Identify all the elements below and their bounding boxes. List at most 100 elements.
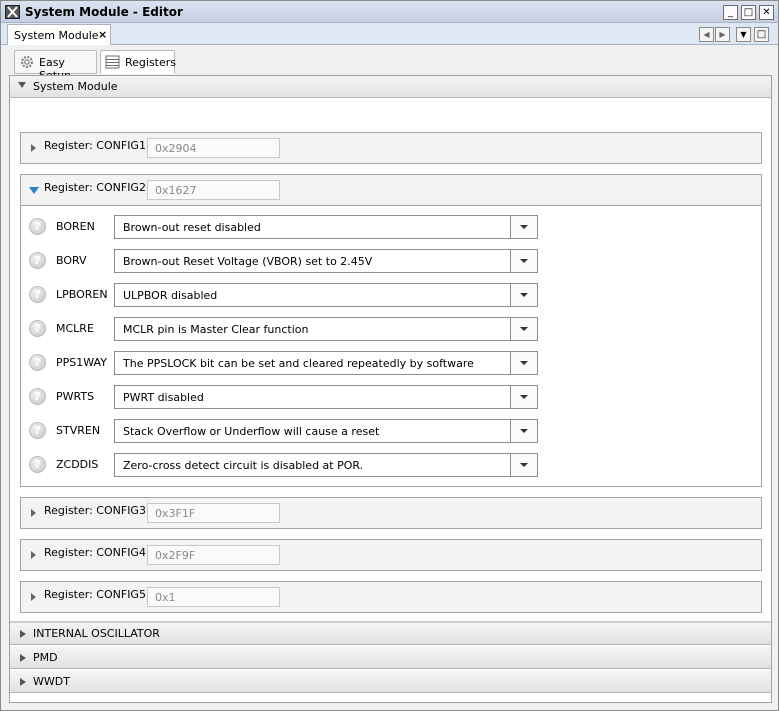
register-config5[interactable]: Register: CONFIG5 0x1 [20,581,762,613]
chevron-down-icon[interactable] [510,284,537,306]
register-label: Register: CONFIG5 [44,588,146,601]
setting-dropdown-zcddis[interactable]: Zero-cross detect circuit is disabled at… [114,453,538,477]
dropdown-value: Stack Overflow or Underflow will cause a… [123,425,380,438]
gear-icon [19,54,35,70]
dropdown-value: Brown-out Reset Voltage (VBOR) set to 2.… [123,255,373,268]
register-label: Register: CONFIG3 [44,504,146,517]
editor-window: System Module - Editor _ □ ✕ System Modu… [0,0,779,711]
scroll-tabs-right-button[interactable]: ▶ [715,27,730,42]
dropdown-value: Zero-cross detect circuit is disabled at… [123,459,364,472]
chevron-down-icon[interactable] [510,352,537,374]
setting-dropdown-boren[interactable]: Brown-out reset disabled [114,215,538,239]
expand-icon [20,630,26,638]
section-wwdt[interactable]: WWDT [10,671,771,693]
chevron-down-icon[interactable] [510,454,537,476]
setting-dropdown-stvren[interactable]: Stack Overflow or Underflow will cause a… [114,419,538,443]
setting-dropdown-borv[interactable]: Brown-out Reset Voltage (VBOR) set to 2.… [114,249,538,273]
dropdown-value: Brown-out reset disabled [123,221,261,234]
collapse-icon [29,187,39,194]
register-config4[interactable]: Register: CONFIG4 0x2F9F [20,539,762,571]
editor-tab-bar: System Module × ◀ ▶ ▼ □ [1,23,778,45]
register-value: 0x1627 [147,180,280,200]
setting-dropdown-mclre[interactable]: MCLR pin is Master Clear function [114,317,538,341]
chevron-down-icon[interactable] [510,386,537,408]
expand-icon [20,678,26,686]
setting-row-boren: ? BOREN Brown-out reset disabled [21,214,761,240]
tab-label: System Module [14,29,99,42]
help-icon[interactable]: ? [29,388,46,405]
help-icon[interactable]: ? [29,286,46,303]
maximize-button[interactable]: □ [741,5,756,20]
register-label: Register: CONFIG2 [44,181,146,194]
setting-name: LPBOREN [56,288,108,301]
setting-dropdown-pps1way[interactable]: The PPSLOCK bit can be set and cleared r… [114,351,538,375]
view-tab-bar: Easy Setup Registers [1,46,778,82]
chevron-down-icon[interactable] [510,318,537,340]
help-icon[interactable]: ? [29,252,46,269]
tab-list-menu-button[interactable]: ▼ [736,27,751,42]
section-internal-oscillator[interactable]: INTERNAL OSCILLATOR [10,623,771,645]
register-config2-settings: ? BOREN Brown-out reset disabled ? BORV … [20,206,762,487]
dropdown-value: The PPSLOCK bit can be set and cleared r… [123,357,474,370]
setting-row-zcddis: ? ZCDDIS Zero-cross detect circuit is di… [21,452,761,478]
tab-registers[interactable]: Registers [100,50,177,74]
register-config2[interactable]: Register: CONFIG2 0x1627 [20,174,762,206]
setting-row-pwrts: ? PWRTS PWRT disabled [21,384,761,410]
register-value: 0x3F1F [147,503,280,523]
app-icon [5,5,20,19]
section-label: PMD [33,651,58,664]
expand-icon [31,509,36,517]
setting-row-pps1way: ? PPS1WAY The PPSLOCK bit can be set and… [21,350,761,376]
chevron-down-icon[interactable] [510,420,537,442]
register-config3[interactable]: Register: CONFIG3 0x3F1F [20,497,762,529]
section-label: INTERNAL OSCILLATOR [33,627,160,640]
setting-name: PPS1WAY [56,356,107,369]
setting-dropdown-lpboren[interactable]: ULPBOR disabled [114,283,538,307]
setting-name: BOREN [56,220,95,233]
chevron-down-icon[interactable] [510,250,537,272]
tab-easy-setup[interactable]: Easy Setup [14,50,97,82]
help-icon[interactable]: ? [29,354,46,371]
section-system-module[interactable]: System Module [10,76,771,98]
setting-name: STVREN [56,424,101,437]
window-title: System Module - Editor [25,5,183,19]
register-label: Register: CONFIG4 [44,546,146,559]
chevron-down-icon[interactable] [510,216,537,238]
restore-button[interactable]: □ [754,27,769,42]
title-bar[interactable]: System Module - Editor _ □ ✕ [1,1,778,23]
setting-row-mclre: ? MCLRE MCLR pin is Master Clear functio… [21,316,761,342]
collapse-icon [18,82,26,88]
scroll-tabs-left-button[interactable]: ◀ [699,27,714,42]
help-icon[interactable]: ? [29,422,46,439]
close-window-button[interactable]: ✕ [759,5,774,20]
dropdown-value: PWRT disabled [123,391,204,404]
help-icon[interactable]: ? [29,320,46,337]
register-value: 0x2904 [147,138,280,158]
help-icon[interactable]: ? [29,218,46,235]
register-value: 0x1 [147,587,280,607]
expand-icon [20,654,26,662]
registers-panel: System Module Register: CONFIG1 0x2904 R… [9,75,772,703]
section-label: WWDT [33,675,70,688]
section-pmd[interactable]: PMD [10,647,771,669]
list-icon [105,54,121,70]
register-config1[interactable]: Register: CONFIG1 0x2904 [20,132,762,164]
setting-name: BORV [56,254,87,267]
register-label: Register: CONFIG1 [44,139,146,152]
minimize-button[interactable]: _ [723,5,738,20]
setting-row-stvren: ? STVREN Stack Overflow or Underflow wil… [21,418,761,444]
setting-row-borv: ? BORV Brown-out Reset Voltage (VBOR) se… [21,248,761,274]
setting-dropdown-pwrts[interactable]: PWRT disabled [114,385,538,409]
tab-close-icon[interactable]: × [98,28,107,41]
tab-registers-label: Registers [125,56,177,69]
tab-system-module[interactable]: System Module × [7,24,111,45]
expand-icon [31,593,36,601]
setting-row-lpboren: ? LPBOREN ULPBOR disabled [21,282,761,308]
section-label: System Module [33,80,118,93]
help-icon[interactable]: ? [29,456,46,473]
dropdown-value: MCLR pin is Master Clear function [123,323,309,336]
setting-name: MCLRE [56,322,94,335]
dropdown-value: ULPBOR disabled [123,289,218,302]
register-value: 0x2F9F [147,545,280,565]
expand-icon [31,144,36,152]
